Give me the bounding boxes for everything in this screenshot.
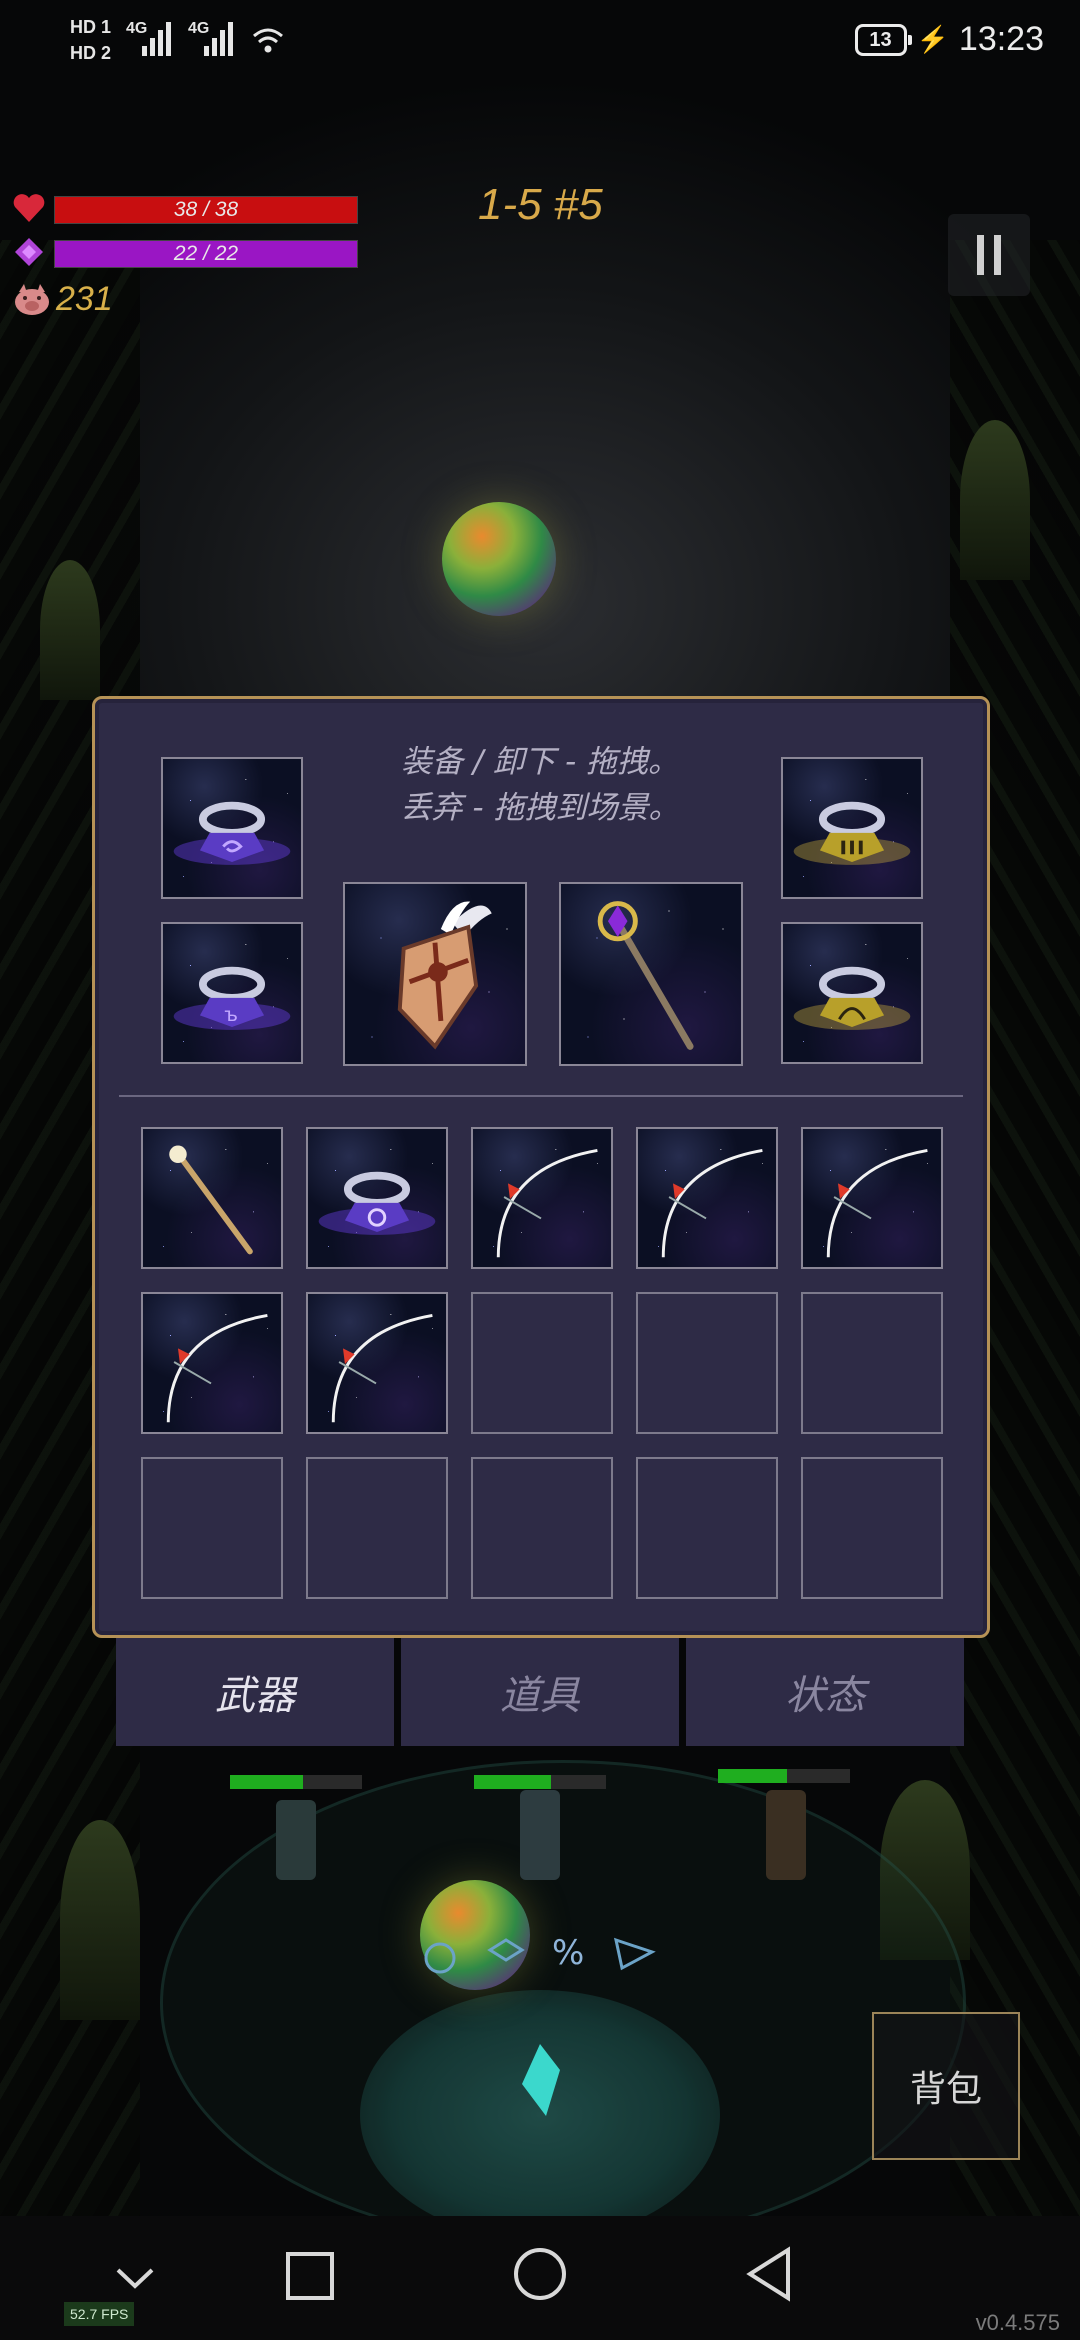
battery-icon: 13 bbox=[854, 23, 912, 56]
home-circle-icon[interactable] bbox=[512, 2246, 568, 2302]
tower-health-bar bbox=[474, 1775, 606, 1789]
status-bar: HD 1 HD 2 4G 4G 13 ⚡ 13:23 bbox=[0, 0, 1080, 90]
tower-health-bar bbox=[230, 1775, 362, 1789]
purple-spiral-ring-icon bbox=[173, 801, 291, 865]
tower[interactable] bbox=[276, 1800, 316, 1880]
stage-label: 1-5 #5 bbox=[478, 180, 603, 229]
equip-slot-ring-1[interactable] bbox=[161, 757, 303, 899]
signal-icon bbox=[204, 18, 233, 56]
bag-slot-empty[interactable] bbox=[471, 1457, 613, 1599]
purple-rune-ring-icon: ъ bbox=[173, 966, 291, 1030]
mp-bar: 22 / 22 bbox=[54, 240, 358, 268]
bag-slot-empty[interactable] bbox=[636, 1457, 778, 1599]
inventory-divider bbox=[119, 1095, 963, 1097]
back-triangle-icon[interactable] bbox=[744, 2246, 794, 2302]
hp-bar: 38 / 38 bbox=[54, 196, 358, 224]
tab-items[interactable]: 道具 bbox=[401, 1638, 679, 1746]
version-label: v0.4.575 bbox=[975, 2310, 1060, 2335]
equip-slot-ring-3[interactable] bbox=[781, 757, 923, 899]
heart-icon bbox=[13, 194, 45, 222]
mana-diamond-icon bbox=[15, 238, 43, 266]
bag-slot[interactable] bbox=[471, 1127, 613, 1269]
instruction-equip: 装备 / 卸下 - 拖拽。 bbox=[400, 744, 680, 780]
svg-text:%: % bbox=[552, 1933, 584, 1973]
skill-glyphs-icon: % bbox=[424, 1933, 656, 1974]
svg-text:ъ: ъ bbox=[224, 1003, 238, 1026]
charging-icon: ⚡ bbox=[916, 24, 949, 54]
grass-tuft bbox=[60, 1820, 140, 2020]
bag-slot[interactable] bbox=[141, 1127, 283, 1269]
equip-slot-ring-4[interactable] bbox=[781, 922, 923, 1064]
inventory-instructions: 装备 / 卸下 - 拖拽。 丢弃 - 拖拽到场景。 bbox=[385, 739, 695, 831]
system-nav-bar bbox=[0, 2216, 1080, 2340]
tower[interactable] bbox=[766, 1790, 806, 1880]
bag-slot[interactable] bbox=[636, 1127, 778, 1269]
equip-slot-ring-2[interactable]: ъ bbox=[161, 922, 303, 1064]
purple-flower-ring-icon bbox=[318, 1171, 436, 1235]
equip-slot-shield[interactable] bbox=[343, 882, 527, 1066]
bag-slot-empty[interactable] bbox=[801, 1457, 943, 1599]
wifi-icon bbox=[253, 28, 283, 53]
bag-slot-empty[interactable] bbox=[471, 1292, 613, 1434]
bag-slot-empty[interactable] bbox=[306, 1457, 448, 1599]
status-right: 13 ⚡ 13:23 bbox=[854, 20, 1044, 59]
grass-tuft bbox=[40, 560, 100, 700]
grass-tuft bbox=[960, 420, 1030, 580]
chevron-down-icon[interactable] bbox=[112, 2262, 158, 2292]
bag-slot-empty[interactable] bbox=[636, 1292, 778, 1434]
coin-count: 231 bbox=[56, 280, 113, 318]
hd-indicators: HD 1 HD 2 bbox=[70, 14, 111, 66]
bag-slot[interactable] bbox=[306, 1127, 448, 1269]
equip-slot-weapon[interactable] bbox=[559, 882, 743, 1066]
recents-square-icon[interactable] bbox=[284, 2250, 336, 2302]
clock: 13:23 bbox=[958, 20, 1044, 58]
instruction-discard: 丢弃 - 拖拽到场景。 bbox=[400, 790, 680, 826]
backpack-button[interactable]: 背包 bbox=[872, 2012, 1020, 2160]
gold-bar-ring-icon bbox=[793, 801, 911, 865]
winged-shield-icon bbox=[397, 901, 492, 1050]
golden-staff-icon bbox=[169, 1145, 253, 1255]
purple-gem-staff-icon bbox=[597, 901, 694, 1050]
pause-icon bbox=[977, 235, 984, 275]
tower-health-bar bbox=[718, 1769, 850, 1783]
inventory-panel: 装备 / 卸下 - 拖拽。 丢弃 - 拖拽到场景。 ъ bbox=[92, 696, 990, 1638]
gold-shell-ring-icon bbox=[793, 966, 911, 1030]
pig-coin-icon bbox=[15, 284, 49, 315]
white-bow-icon bbox=[661, 1148, 763, 1258]
tower[interactable] bbox=[520, 1790, 560, 1880]
white-bow-icon bbox=[331, 1313, 433, 1423]
white-bow-icon bbox=[166, 1313, 268, 1423]
bag-slot[interactable] bbox=[141, 1292, 283, 1434]
enemy-orb[interactable] bbox=[442, 502, 556, 616]
pause-button[interactable] bbox=[948, 214, 1030, 296]
signal-icon bbox=[142, 18, 171, 56]
white-bow-icon bbox=[826, 1148, 928, 1258]
bag-slot-empty[interactable] bbox=[141, 1457, 283, 1599]
crystal-icon bbox=[522, 2044, 560, 2116]
hd2-label: HD 2 bbox=[70, 43, 112, 63]
hd1-label: HD 1 bbox=[70, 17, 112, 37]
bag-slot[interactable] bbox=[306, 1292, 448, 1434]
bag-slot[interactable] bbox=[801, 1127, 943, 1269]
white-bow-icon bbox=[496, 1148, 598, 1258]
bag-slot-empty[interactable] bbox=[801, 1292, 943, 1434]
tab-weapons[interactable]: 武器 bbox=[116, 1638, 394, 1746]
tab-status[interactable]: 状态 bbox=[686, 1638, 964, 1746]
fps-counter: 52.7 FPS bbox=[64, 2302, 135, 2326]
